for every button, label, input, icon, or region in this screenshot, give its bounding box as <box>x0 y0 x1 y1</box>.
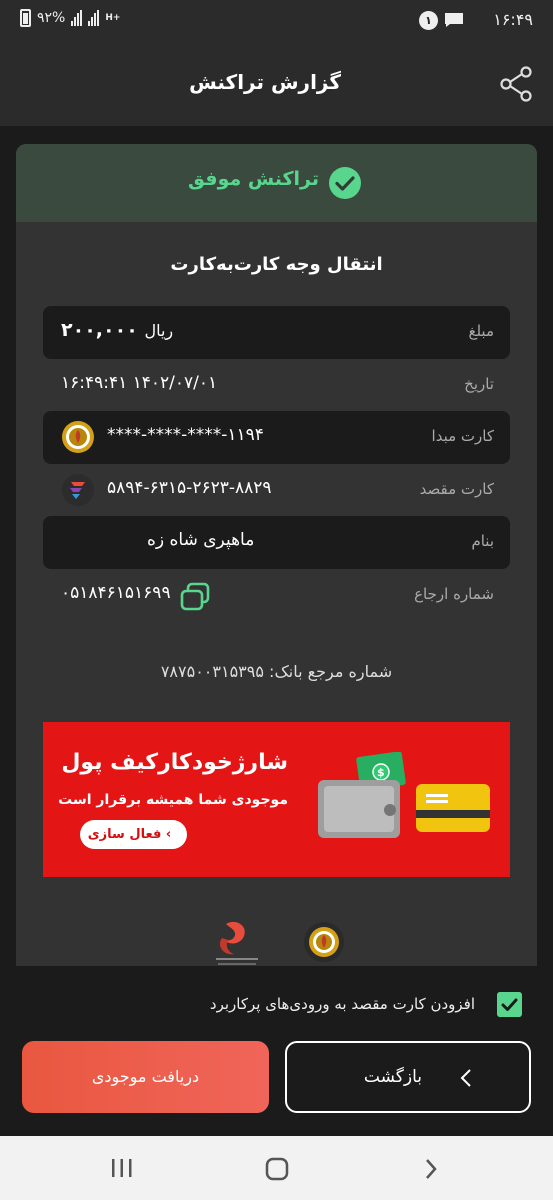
status-bar: ۹۲% H+ ۱ ۱۶:۴۹ <box>0 0 553 40</box>
dest-card-label: کارت مقصد <box>419 480 494 498</box>
transaction-title: انتقال وجه کارت‌به‌کارت <box>170 254 383 275</box>
bank-reference-label: شماره مرجع بانک: <box>269 662 393 681</box>
dest-bank-logo-icon <box>62 474 94 506</box>
asan-pardakht-logo-icon <box>216 921 258 965</box>
amount-value-group: ۲۰۰,۰۰۰ ریال <box>61 319 173 341</box>
check-circle-icon <box>329 167 361 199</box>
ad-subtitle: موجودی شما همیشه برقرار است <box>58 792 288 808</box>
svg-text:$: $ <box>377 766 385 779</box>
amount-unit: ریال <box>144 321 174 340</box>
amount-label: مبلغ <box>468 322 494 340</box>
source-card-row: کارت مبدا ****-****-****-۱۱۹۴ <box>43 411 510 464</box>
bottom-panel: افزودن کارت مقصد به ورودی‌های پرکاربرد د… <box>0 966 553 1136</box>
notification-badge: ۱ <box>419 11 438 30</box>
wallet-card-illustration-icon: $ <box>318 752 490 838</box>
source-card-value: ****-****-****-۱۱۹۴ <box>107 425 264 445</box>
bank-reference: شماره مرجع بانک: ۷۸۷۵۰۰۳۱۵۳۹۵ <box>16 662 537 681</box>
amount-value: ۲۰۰,۰۰۰ <box>61 319 138 341</box>
chevron-left-icon: ‹ <box>165 827 172 842</box>
status-time: ۱۶:۴۹ <box>493 10 533 29</box>
source-card-label: کارت مبدا <box>431 427 494 445</box>
reference-row: شماره ارجاع ۰۵۱۸۴۶۱۵۱۶۹۹ <box>43 569 510 622</box>
signal-icon-2 <box>88 10 100 26</box>
system-nav-bar <box>0 1136 553 1200</box>
name-row: بنام ماهپری شاه زه <box>43 516 510 569</box>
name-value: ماهپری شاه زه <box>147 530 255 550</box>
receipt-card: تراکنش موفق انتقال وجه کارت‌به‌کارت مبلغ… <box>16 144 537 966</box>
bank-reference-value: ۷۸۷۵۰۰۳۱۵۳۹۵ <box>160 662 264 681</box>
recent-apps-icon[interactable] <box>111 1158 133 1178</box>
footer-logos <box>16 918 537 966</box>
activate-button[interactable]: فعال سازی ‹ <box>80 820 187 849</box>
battery-icon <box>20 9 31 27</box>
signal-icon <box>71 10 83 26</box>
status-left: ۹۲% H+ <box>20 9 120 27</box>
back-nav-icon[interactable] <box>424 1157 438 1181</box>
activate-button-label: فعال سازی <box>87 827 162 842</box>
date-label: تاریخ <box>464 375 494 393</box>
back-button[interactable]: بازگشت <box>285 1041 531 1113</box>
name-label: بنام <box>471 532 494 550</box>
share-icon[interactable] <box>499 66 533 102</box>
network-type: H+ <box>105 13 121 23</box>
add-to-favorites-label[interactable]: افزودن کارت مقصد به ورودی‌های پرکاربرد <box>210 995 475 1013</box>
dest-card-row: کارت مقصد ۵۸۹۴-۶۳۱۵-۲۶۲۳-۸۸۲۹ <box>43 464 510 517</box>
back-button-label: بازگشت <box>363 1067 422 1087</box>
app-bar: گزارش تراکنش <box>0 40 553 126</box>
receipt-scroll-area[interactable]: تراکنش موفق انتقال وجه کارت‌به‌کارت مبلغ… <box>0 126 553 966</box>
dest-card-value: ۵۸۹۴-۶۳۱۵-۲۶۲۳-۸۸۲۹ <box>107 478 272 498</box>
reference-label: شماره ارجاع <box>414 585 494 603</box>
date-value: ۱۶:۴۹:۴۱ ۱۴۰۲/۰۷/۰۱ <box>61 373 218 393</box>
battery-level: ۹۲% <box>37 10 66 26</box>
get-balance-button[interactable]: دریافت موجودی <box>22 1041 269 1113</box>
home-icon[interactable] <box>265 1157 289 1181</box>
chevron-left-icon <box>460 1069 471 1087</box>
success-banner: تراکنش موفق <box>16 144 537 222</box>
copy-icon[interactable] <box>179 582 211 612</box>
reference-value: ۰۵۱۸۴۶۱۵۱۶۹۹ <box>61 583 171 603</box>
date-row: تاریخ ۱۶:۴۹:۴۱ ۱۴۰۲/۰۷/۰۱ <box>43 359 510 412</box>
message-icon <box>445 13 463 27</box>
add-to-favorites-checkbox[interactable] <box>497 992 522 1017</box>
ad-title: شارژخودکارکیف پول <box>61 750 288 775</box>
page-title: گزارش تراکنش <box>189 70 341 94</box>
bank-melli-logo-icon <box>62 421 94 453</box>
auto-charge-ad-banner[interactable]: $ شارژخودکارکیف پول موجودی شما همیشه برق… <box>43 722 510 877</box>
success-status-text: تراکنش موفق <box>188 168 319 190</box>
bank-melli-footer-logo-icon <box>304 922 344 962</box>
amount-row: مبلغ ۲۰۰,۰۰۰ ریال <box>43 306 510 359</box>
